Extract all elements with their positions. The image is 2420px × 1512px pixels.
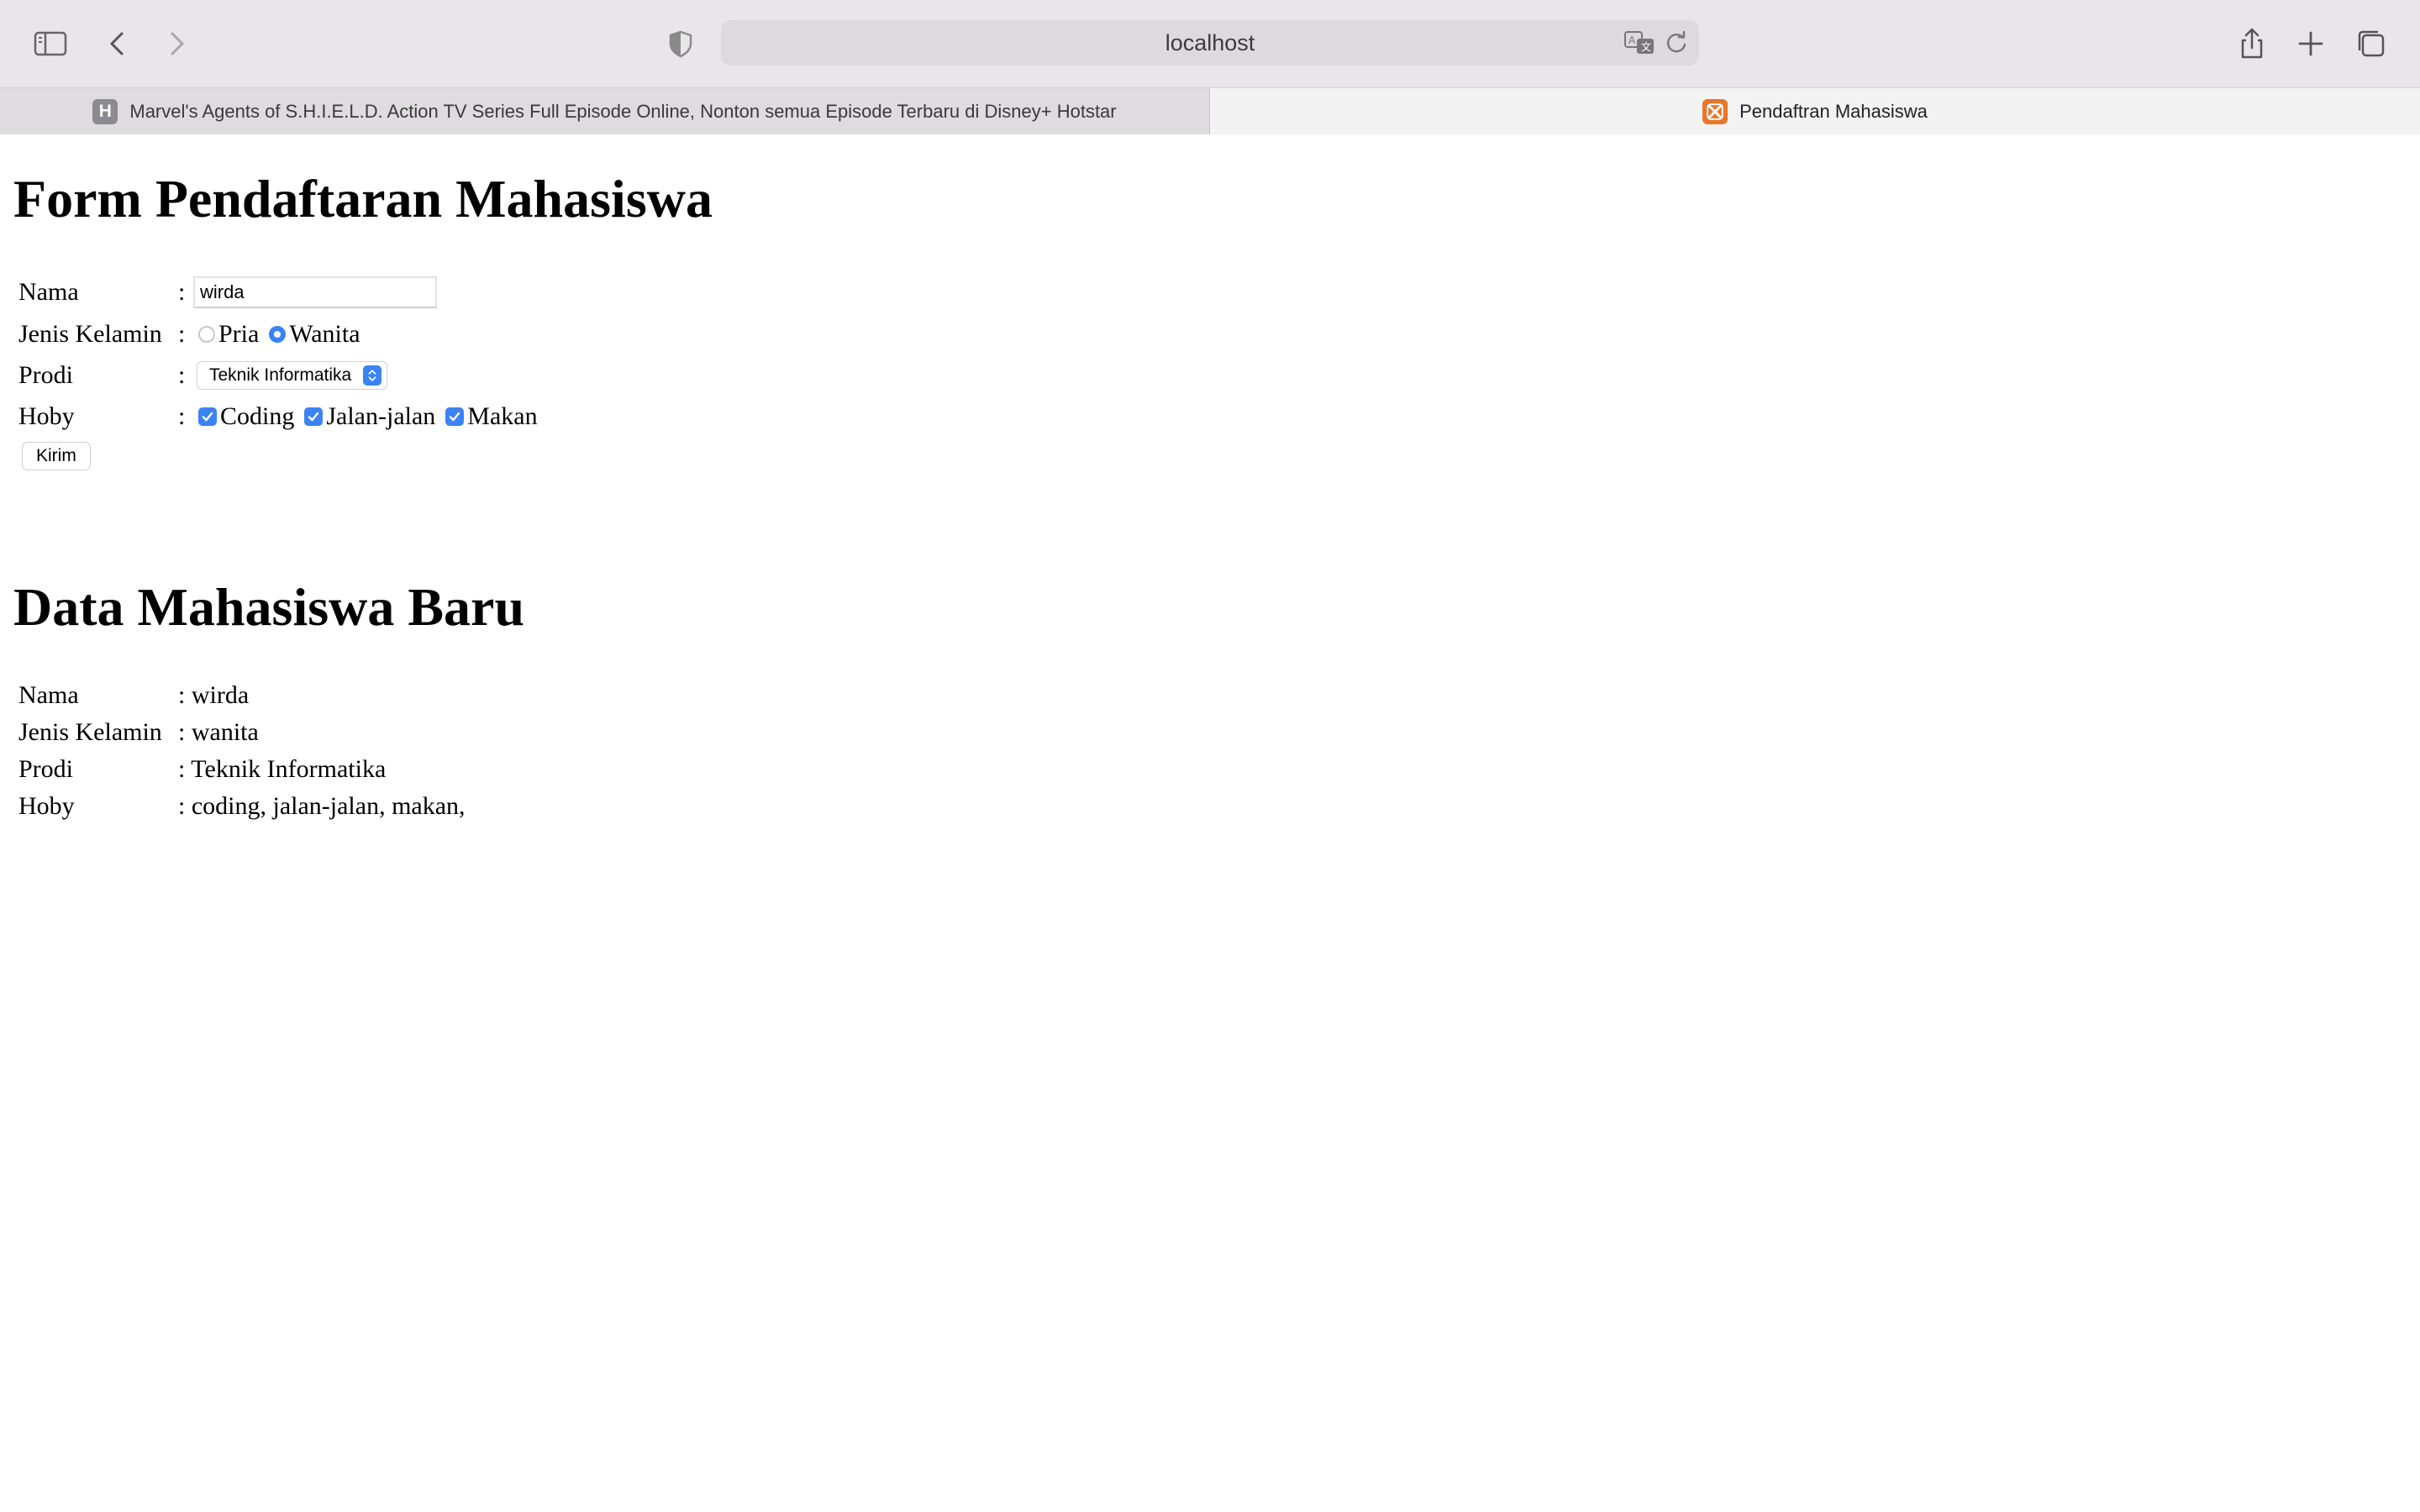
separator: : (178, 278, 186, 306)
data-value: : Teknik Informatika (178, 755, 387, 783)
tab-label: Pendaftran Mahasiswa (1739, 100, 1928, 122)
privacy-shield-icon[interactable] (662, 25, 699, 62)
checkbox-coding[interactable] (198, 407, 217, 426)
hotstar-favicon-icon: H (92, 98, 118, 124)
tab-overview-icon[interactable] (2353, 25, 2390, 62)
checkbox-jalan-jalan-label: Jalan-jalan (326, 402, 436, 430)
chevron-up-down-icon (363, 365, 382, 386)
browser-toolbar: localhost A文 (0, 0, 2420, 87)
radio-wanita-label: Wanita (289, 320, 360, 348)
nama-input[interactable] (193, 276, 437, 308)
url-text: localhost (1165, 30, 1255, 55)
back-arrow-icon[interactable] (99, 25, 136, 62)
checkbox-makan[interactable] (445, 407, 465, 426)
prodi-select[interactable]: Teknik Informatika (197, 361, 388, 390)
jenis-kelamin-label: Jenis Kelamin (18, 320, 162, 348)
hoby-label: Hoby (18, 402, 75, 430)
reload-icon[interactable] (1664, 30, 1689, 55)
address-bar[interactable]: localhost A文 (721, 20, 1699, 66)
radio-wanita[interactable] (269, 326, 287, 343)
form-title: Form Pendaftaran Mahasiswa (13, 169, 713, 228)
data-label: Nama (18, 681, 79, 709)
page-content: Form Pendaftaran Mahasiswa Nama : Jenis … (0, 134, 2420, 1512)
kirim-button[interactable]: Kirim (22, 442, 91, 470)
data-value: : wanita (178, 718, 259, 746)
translate-icon[interactable]: A文 (1623, 29, 1657, 57)
data-value: : wirda (178, 681, 250, 709)
data-label: Prodi (18, 755, 74, 783)
nama-label: Nama (18, 278, 79, 306)
radio-pria-label: Pria (218, 320, 260, 348)
data-title: Data Mahasiswa Baru (13, 577, 525, 637)
tab-pendaftran-mahasiswa[interactable]: Pendaftran Mahasiswa (1210, 88, 2420, 134)
svg-text:文: 文 (1641, 40, 1651, 53)
data-value: : coding, jalan-jalan, makan, (178, 792, 466, 820)
share-icon[interactable] (2233, 25, 2270, 62)
new-tab-plus-icon[interactable] (2292, 25, 2329, 62)
sidebar-toggle-icon[interactable] (32, 25, 69, 62)
data-label: Jenis Kelamin (18, 718, 162, 746)
separator: : (178, 361, 186, 389)
prodi-selected-value: Teknik Informatika (209, 365, 352, 385)
data-label: Hoby (18, 792, 75, 820)
xampp-favicon-icon (1702, 98, 1728, 124)
tab-label: Marvel's Agents of S.H.I.E.L.D. Action T… (129, 100, 1117, 122)
forward-arrow-icon[interactable] (158, 25, 195, 62)
checkbox-makan-label: Makan (467, 402, 538, 430)
radio-pria[interactable] (198, 326, 215, 343)
separator: : (178, 402, 186, 430)
tab-hotstar[interactable]: H Marvel's Agents of S.H.I.E.L.D. Action… (0, 88, 1210, 134)
tab-bar: H Marvel's Agents of S.H.I.E.L.D. Action… (0, 87, 2420, 134)
checkbox-coding-label: Coding (220, 402, 295, 430)
separator: : (178, 320, 186, 348)
prodi-label: Prodi (18, 361, 74, 389)
checkbox-jalan-jalan[interactable] (304, 407, 324, 426)
svg-text:A: A (1628, 34, 1636, 46)
